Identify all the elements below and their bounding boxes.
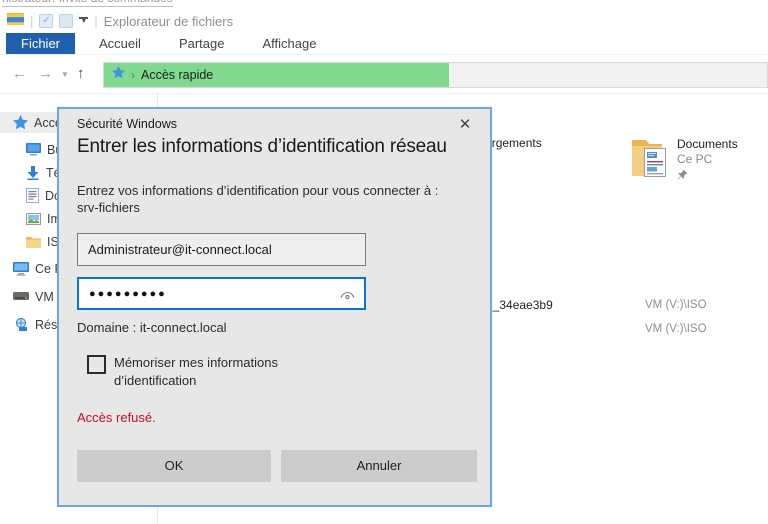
- windows-security-dialog: Sécurité Windows ✕ Entrer les informatio…: [57, 107, 492, 507]
- forward-icon[interactable]: →: [38, 65, 53, 82]
- quick-access-star-icon: [112, 66, 125, 84]
- remember-credentials-label: Mémoriser mes informations d’identificat…: [114, 354, 329, 390]
- network-icon: [13, 318, 29, 331]
- close-icon[interactable]: ✕: [454, 114, 476, 136]
- quick-access-star-icon: [13, 115, 28, 130]
- dialog-server-name: srv-fichiers: [77, 200, 140, 215]
- pictures-icon: [26, 213, 41, 225]
- dialog-title: Sécurité Windows: [77, 117, 177, 131]
- tile-documents-label[interactable]: Documents: [677, 137, 738, 151]
- ribbon-tabs: Fichier Accueil Partage Affichage: [0, 33, 768, 55]
- breadcrumb[interactable]: Accès rapide: [141, 68, 213, 82]
- new-folder-icon[interactable]: [59, 14, 73, 28]
- file-row-location: VM (V:)\ISO: [645, 299, 707, 311]
- tab-accueil[interactable]: Accueil: [85, 33, 155, 54]
- file-row-name[interactable]: d_34eae3b9: [486, 298, 553, 312]
- domain-text: Domaine : it-connect.local: [77, 320, 227, 335]
- tile-documents-location: Ce PC: [677, 152, 712, 166]
- tab-partage[interactable]: Partage: [165, 33, 239, 54]
- explorer-logo-icon: [7, 11, 24, 31]
- this-pc-icon: [13, 262, 29, 276]
- dialog-message: Entrez vos informations d’identification…: [77, 183, 473, 217]
- drive-icon: [13, 292, 29, 301]
- downloads-icon: [26, 166, 40, 180]
- address-bar-row: ← → ▼ ↑ › Accès rapide: [0, 56, 768, 94]
- folder-icon: [26, 236, 41, 248]
- tab-affichage[interactable]: Affichage: [248, 33, 330, 54]
- remember-credentials-checkbox[interactable]: [87, 355, 106, 374]
- documents-icon: [26, 188, 39, 203]
- recent-locations-chevron-icon[interactable]: ▼: [61, 70, 69, 79]
- desktop-icon: [26, 143, 41, 156]
- customize-toolbar-dropdown-icon[interactable]: ▼: [79, 17, 88, 25]
- pin-icon: [677, 167, 688, 185]
- username-input[interactable]: Administrateur@it-connect.local: [77, 233, 366, 266]
- up-icon[interactable]: ↑: [77, 65, 85, 82]
- back-icon[interactable]: ←: [12, 65, 27, 82]
- background-window-title: nistrateur: Invite de commandes: [2, 0, 173, 7]
- address-bar[interactable]: › Accès rapide: [103, 62, 768, 88]
- properties-check-icon[interactable]: ✓: [39, 14, 53, 28]
- breadcrumb-chevron-icon: ›: [131, 68, 135, 82]
- tab-fichier[interactable]: Fichier: [6, 33, 75, 54]
- window-title: Explorateur de fichiers: [104, 14, 233, 29]
- quick-access-toolbar: | ✓ ▼ | Explorateur de fichiers: [7, 11, 233, 31]
- dialog-message-line1: Entrez vos informations d’identification…: [77, 183, 438, 198]
- password-mask: ●●●●●●●●●: [89, 288, 167, 300]
- ok-button[interactable]: OK: [77, 450, 271, 482]
- documents-folder-icon[interactable]: [631, 136, 669, 185]
- titlebar: | ✓ ▼ | Explorateur de fichiers: [0, 8, 768, 33]
- separator: |: [30, 14, 33, 29]
- separator: |: [94, 14, 97, 29]
- dialog-heading: Entrer les informations d’identification…: [77, 136, 447, 158]
- file-row-location: VM (V:)\ISO: [645, 323, 707, 335]
- password-input[interactable]: ●●●●●●●●●: [77, 277, 366, 310]
- screen: nistrateur: Invite de commandes | ✓ ▼ | …: [0, 0, 768, 524]
- reveal-password-eye-icon[interactable]: [338, 287, 356, 303]
- cancel-button[interactable]: Annuler: [281, 450, 477, 482]
- access-denied-error: Accès refusé.: [77, 410, 156, 425]
